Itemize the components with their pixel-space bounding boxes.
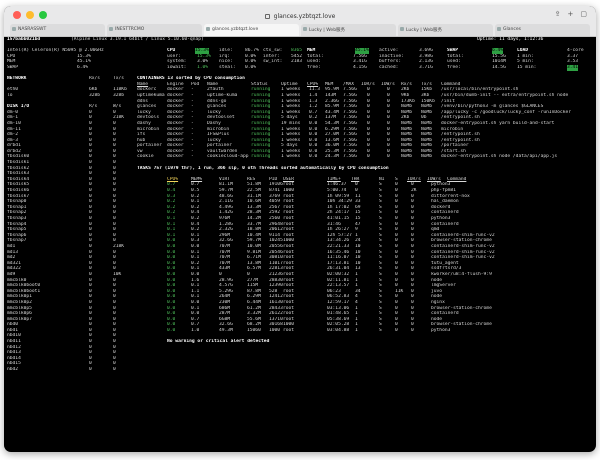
term-text: nbd2 — [7, 367, 19, 373]
browser-chrome: glances.yzbtqzt.love ⇪ + ▢ NASRASSWT INESTT… — [4, 6, 596, 37]
glances-output: 157babb021bd (Alpine Linux 3.19.1 64bit /… — [4, 37, 596, 452]
toolbar-buttons: ⇪ + ▢ — [555, 10, 587, 18]
term-text: 0 — [113, 367, 116, 373]
tab-5[interactable]: Glances — [495, 24, 590, 36]
disk-row: nbd2 0 0 — [7, 367, 593, 373]
tab-bar: NASRASSWT INESTTRCMO glances.yzbtqzt.love L… — [10, 24, 590, 36]
term-text: 0 — [89, 367, 92, 373]
tab-overview-icon[interactable]: ▢ — [580, 10, 587, 18]
url-text: glances.yzbtqzt.love — [273, 12, 336, 20]
tab-0[interactable]: NASRASSWT — [10, 24, 105, 36]
new-tab-icon[interactable]: + — [568, 10, 574, 18]
terminal-window: glances.yzbtqzt.love ⇪ + ▢ NASRASSWT INESTT… — [4, 6, 596, 452]
tab-4[interactable]: Lucky | Web服务 — [398, 24, 493, 36]
tab-1[interactable]: INESTTRCMO — [107, 24, 202, 36]
share-icon[interactable]: ⇪ — [555, 10, 561, 18]
tab-2[interactable]: glances.yzbtqzt.love — [204, 24, 299, 36]
tab-3[interactable]: Lucky | Web服务 — [301, 24, 396, 36]
address-bar[interactable]: glances.yzbtqzt.love — [264, 12, 336, 20]
lock-icon — [264, 13, 270, 19]
